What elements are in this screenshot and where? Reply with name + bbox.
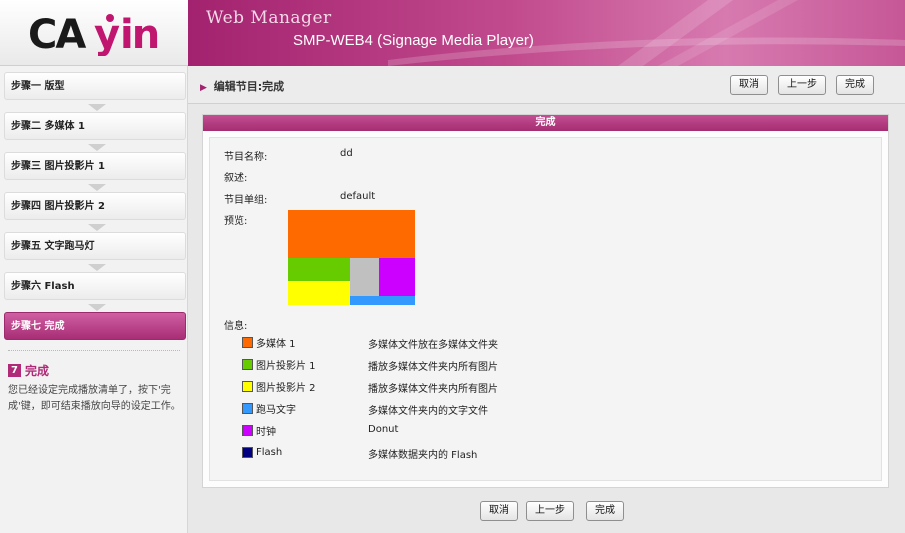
- breadcrumb-text: 编辑节目:完成: [213, 80, 285, 93]
- panel-title: 完成: [203, 115, 888, 131]
- bottom-cancel-button[interactable]: 取消: [480, 501, 518, 521]
- breadcrumb-arrow-icon: ▶: [200, 83, 207, 93]
- step-arrow-icon: [88, 144, 106, 151]
- breadcrumb: ▶ 编辑节目:完成: [200, 78, 284, 94]
- preview-label: 预览:: [224, 216, 248, 227]
- bottom-previous-step-button[interactable]: 上一步: [526, 501, 574, 521]
- bottom-finish-button[interactable]: 完成: [586, 501, 624, 521]
- wizard-sidebar: 步骤一 版型 步骤二 多媒体 1 步骤三 图片投影片 1 步骤四 图片投影片 2…: [0, 66, 188, 533]
- svg-text:in: in: [120, 12, 158, 56]
- app-title: Web Manager: [206, 8, 332, 28]
- cayin-logo: CA y in: [28, 12, 158, 56]
- previous-step-button[interactable]: 上一步: [778, 75, 826, 95]
- bottom-button-bar: 取消 上一步 完成: [188, 499, 905, 523]
- step-help-text: 您已经设定完成播放清单了，按下'完成'键，即可结束播放向导的设定工作。: [8, 385, 181, 412]
- preview-multimedia-zone: [288, 210, 415, 258]
- step-number-badge: 7: [8, 364, 21, 377]
- color-swatch-icon: [242, 424, 253, 436]
- legend-description: 多媒体文件夹内的文字文件: [368, 406, 488, 417]
- summary-details: 节目名称: dd 叙述: 节目单组: default 预览: 信息: 多媒体 1…: [209, 137, 882, 481]
- color-swatch-icon: [242, 358, 253, 370]
- legend-name: 图片投影片 2: [256, 382, 316, 394]
- step-help: 7 完成 您已经设定完成播放清单了，按下'完成'键，即可结束播放向导的设定工作。: [8, 362, 183, 415]
- color-swatch-icon: [242, 380, 253, 392]
- legend-item: 跑马文字: [242, 401, 296, 416]
- summary-panel: 完成 节目名称: dd 叙述: 节目单组: default 预览: 信息: 多媒…: [202, 114, 889, 488]
- legend-name: 时钟: [256, 426, 276, 438]
- legend-description: 多媒体数据夹内的 Flash: [368, 450, 478, 461]
- step-arrow-icon: [88, 184, 106, 191]
- preview-ticker-zone: [350, 296, 415, 305]
- main-content: 完成 节目名称: dd 叙述: 节目单组: default 预览: 信息: 多媒…: [188, 104, 905, 533]
- sidebar-divider: [8, 350, 180, 351]
- finish-button[interactable]: 完成: [836, 75, 874, 95]
- description-label: 叙述:: [224, 173, 248, 184]
- preview-empty-zone: [350, 258, 379, 296]
- step-6-flash[interactable]: 步骤六 Flash: [4, 272, 186, 300]
- program-group-label: 节目单组:: [224, 195, 268, 206]
- legend-description: 多媒体文件放在多媒体文件夹: [368, 340, 498, 351]
- step-arrow-icon: [88, 104, 106, 111]
- step-5-ticker[interactable]: 步骤五 文字跑马灯: [4, 232, 186, 260]
- step-2-multimedia[interactable]: 步骤二 多媒体 1: [4, 112, 186, 140]
- layout-preview: [288, 210, 415, 305]
- step-help-title: 完成: [25, 364, 50, 378]
- legend-description: 播放多媒体文件夹内所有图片: [368, 384, 498, 395]
- legend-item: 图片投影片 1: [242, 357, 316, 372]
- step-help-heading: 7 完成: [8, 362, 183, 379]
- step-arrow-icon: [88, 264, 106, 271]
- cancel-button[interactable]: 取消: [730, 75, 768, 95]
- legend-description: Donut: [368, 424, 399, 435]
- step-7-finish[interactable]: 步骤七 完成: [4, 312, 186, 340]
- legend-name: Flash: [256, 446, 283, 458]
- color-swatch-icon: [242, 446, 253, 458]
- legend-name: 图片投影片 1: [256, 360, 316, 372]
- legend-item: 图片投影片 2: [242, 379, 316, 394]
- legend-item: 多媒体 1: [242, 335, 296, 350]
- color-swatch-icon: [242, 402, 253, 414]
- legend-description: 播放多媒体文件夹内所有图片: [368, 362, 498, 373]
- preview-slideshow-2-zone: [288, 281, 350, 305]
- legend-item: 时钟: [242, 423, 276, 438]
- preview-clock-zone: [379, 258, 415, 296]
- app-subtitle: SMP-WEB4 (Signage Media Player): [293, 32, 534, 49]
- toolbar: ▶ 编辑节目:完成 取消 上一步 完成: [188, 66, 905, 104]
- legend-item: Flash: [242, 445, 282, 459]
- info-label: 信息:: [224, 321, 248, 332]
- program-name-value: dd: [340, 148, 353, 159]
- legend-name: 多媒体 1: [256, 338, 296, 350]
- preview-slideshow-1-zone: [288, 258, 350, 281]
- logo-area: CA y in: [0, 0, 188, 66]
- step-arrow-icon: [88, 304, 106, 311]
- program-group-value: default: [340, 191, 376, 202]
- header-banner: Web Manager SMP-WEB4 (Signage Media Play…: [188, 0, 905, 66]
- legend-name: 跑马文字: [256, 404, 296, 416]
- step-4-slideshow-2[interactable]: 步骤四 图片投影片 2: [4, 192, 186, 220]
- color-swatch-icon: [242, 336, 253, 348]
- program-name-label: 节目名称:: [224, 152, 268, 163]
- step-arrow-icon: [88, 224, 106, 231]
- svg-text:CA: CA: [28, 12, 86, 56]
- step-1-layout[interactable]: 步骤一 版型: [4, 72, 186, 100]
- step-3-slideshow-1[interactable]: 步骤三 图片投影片 1: [4, 152, 186, 180]
